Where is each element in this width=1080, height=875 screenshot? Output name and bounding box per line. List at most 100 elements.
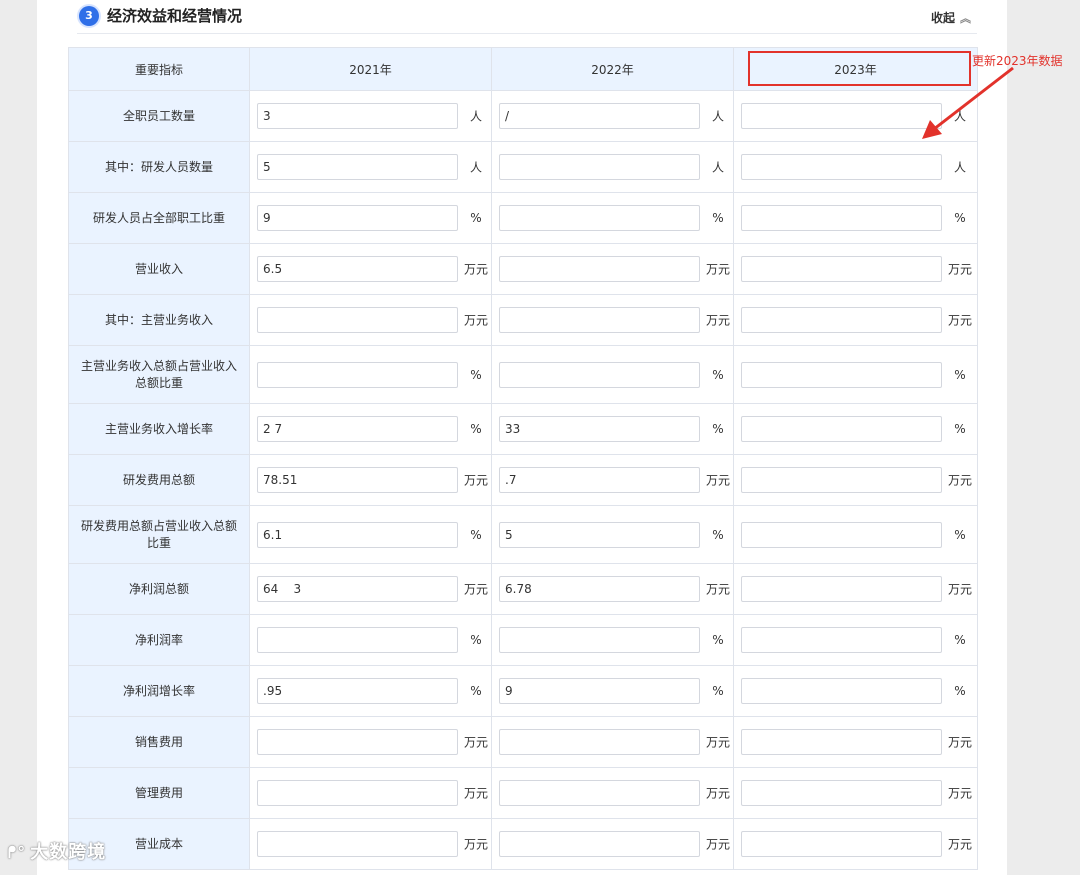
value-input-2021[interactable] bbox=[257, 467, 458, 493]
unit-label: 万元 bbox=[463, 837, 488, 852]
unit-label: 万元 bbox=[463, 473, 488, 488]
economic-indicators-table: 重要指标 2021年 2022年 2023年 全职员工数量人人人其中：研发人员数… bbox=[68, 47, 978, 870]
value-input-2023[interactable] bbox=[741, 729, 942, 755]
value-input-2021[interactable] bbox=[257, 103, 458, 129]
value-cell-2022: % bbox=[491, 665, 734, 717]
unit-label: % bbox=[954, 684, 966, 698]
value-input-2022[interactable] bbox=[499, 154, 700, 180]
value-input-2022[interactable] bbox=[499, 256, 700, 282]
value-input-2022[interactable] bbox=[499, 467, 700, 493]
value-input-2022[interactable] bbox=[499, 416, 700, 442]
value-input-2021[interactable] bbox=[257, 627, 458, 653]
value-input-2022[interactable] bbox=[499, 729, 700, 755]
value-input-2023[interactable] bbox=[741, 780, 942, 806]
value-input-2022[interactable] bbox=[499, 678, 700, 704]
unit-label: 万元 bbox=[705, 837, 730, 852]
unit-label: 万元 bbox=[947, 582, 972, 597]
value-input-2023[interactable] bbox=[741, 627, 942, 653]
value-input-2023[interactable] bbox=[741, 576, 942, 602]
row-label: 其中：主营业务收入 bbox=[68, 294, 250, 346]
value-cell-2023: 万元 bbox=[733, 818, 978, 870]
row-label: 净利润增长率 bbox=[68, 665, 250, 717]
value-input-2021[interactable] bbox=[257, 678, 458, 704]
value-input-2023[interactable] bbox=[741, 831, 942, 857]
value-input-2021[interactable] bbox=[257, 361, 458, 388]
value-cell-2022: 万元 bbox=[491, 243, 734, 295]
value-input-2023[interactable] bbox=[741, 256, 942, 282]
value-cell-2022: % bbox=[491, 505, 734, 564]
section-header-wrap: 3 经济效益和经营情况 收起 ︽ bbox=[37, 0, 1007, 40]
unit-label: 万元 bbox=[947, 262, 972, 277]
table-header-row: 重要指标 2021年 2022年 2023年 bbox=[68, 47, 978, 91]
unit-label: 人 bbox=[711, 109, 724, 124]
value-cell-2023: % bbox=[733, 403, 978, 455]
table-row: 净利润总额 万元 万元 万元 bbox=[68, 563, 978, 615]
value-cell-2022: 人 bbox=[491, 141, 734, 193]
value-cell-2021: 万元 bbox=[249, 716, 492, 768]
row-label: 全职员工数量 bbox=[68, 90, 250, 142]
value-cell-2022: 万元 bbox=[491, 294, 734, 346]
value-cell-2021: 人 bbox=[249, 141, 492, 193]
value-cell-2023: % bbox=[733, 192, 978, 244]
right-gutter bbox=[1007, 0, 1080, 875]
unit-label: 人 bbox=[953, 160, 966, 175]
value-input-2021[interactable] bbox=[257, 154, 458, 180]
value-input-2021[interactable] bbox=[257, 307, 458, 333]
value-cell-2022: % bbox=[491, 614, 734, 666]
value-cell-2022: 人 bbox=[491, 90, 734, 142]
value-input-2022[interactable] bbox=[499, 576, 700, 602]
unit-label: % bbox=[712, 422, 724, 436]
value-input-2023[interactable] bbox=[741, 154, 942, 180]
unit-label: 万元 bbox=[463, 262, 488, 277]
value-input-2022[interactable] bbox=[499, 627, 700, 653]
unit-label: 人 bbox=[469, 160, 482, 175]
value-input-2022[interactable] bbox=[499, 205, 700, 231]
row-label: 其中：研发人员数量 bbox=[68, 141, 250, 193]
value-input-2021[interactable] bbox=[257, 729, 458, 755]
value-cell-2023: % bbox=[733, 505, 978, 564]
unit-label: % bbox=[712, 684, 724, 698]
value-cell-2021: 万元 bbox=[249, 767, 492, 819]
value-input-2021[interactable] bbox=[257, 205, 458, 231]
value-input-2022[interactable] bbox=[499, 307, 700, 333]
unit-label: % bbox=[470, 422, 482, 436]
watermark-logo-icon: ᖰ° bbox=[8, 843, 27, 862]
value-input-2021[interactable] bbox=[257, 521, 458, 548]
value-cell-2023: 万元 bbox=[733, 294, 978, 346]
value-input-2021[interactable] bbox=[257, 780, 458, 806]
value-input-2022[interactable] bbox=[499, 361, 700, 388]
value-input-2023[interactable] bbox=[741, 361, 942, 388]
value-input-2023[interactable] bbox=[741, 205, 942, 231]
value-input-2023[interactable] bbox=[741, 467, 942, 493]
table-row: 营业收入 万元 万元 万元 bbox=[68, 243, 978, 295]
value-input-2023[interactable] bbox=[741, 678, 942, 704]
collapse-toggle[interactable]: 收起 ︽ bbox=[931, 9, 971, 26]
row-label: 营业收入 bbox=[68, 243, 250, 295]
value-input-2022[interactable] bbox=[499, 780, 700, 806]
value-cell-2023: 万元 bbox=[733, 454, 978, 506]
unit-label: % bbox=[712, 367, 724, 382]
unit-label: 人 bbox=[953, 109, 966, 124]
value-input-2021[interactable] bbox=[257, 256, 458, 282]
unit-label: 万元 bbox=[705, 735, 730, 750]
unit-label: 万元 bbox=[947, 473, 972, 488]
value-input-2021[interactable] bbox=[257, 831, 458, 857]
value-input-2023[interactable] bbox=[741, 307, 942, 333]
value-input-2022[interactable] bbox=[499, 831, 700, 857]
unit-label: % bbox=[470, 684, 482, 698]
value-input-2021[interactable] bbox=[257, 416, 458, 442]
value-input-2022[interactable] bbox=[499, 103, 700, 129]
value-cell-2023: 万元 bbox=[733, 767, 978, 819]
value-input-2023[interactable] bbox=[741, 521, 942, 548]
table-row: 净利润增长率%%% bbox=[68, 665, 978, 717]
annotation-text: 更新2023年数据 bbox=[972, 54, 1063, 68]
unit-label: 万元 bbox=[463, 735, 488, 750]
value-input-2021[interactable] bbox=[257, 576, 458, 602]
row-label: 研发人员占全部职工比重 bbox=[68, 192, 250, 244]
row-label: 净利润总额 bbox=[68, 563, 250, 615]
value-input-2023[interactable] bbox=[741, 103, 942, 129]
row-label: 管理费用 bbox=[68, 767, 250, 819]
value-input-2023[interactable] bbox=[741, 416, 942, 442]
value-input-2022[interactable] bbox=[499, 521, 700, 548]
value-cell-2022: 万元 bbox=[491, 563, 734, 615]
